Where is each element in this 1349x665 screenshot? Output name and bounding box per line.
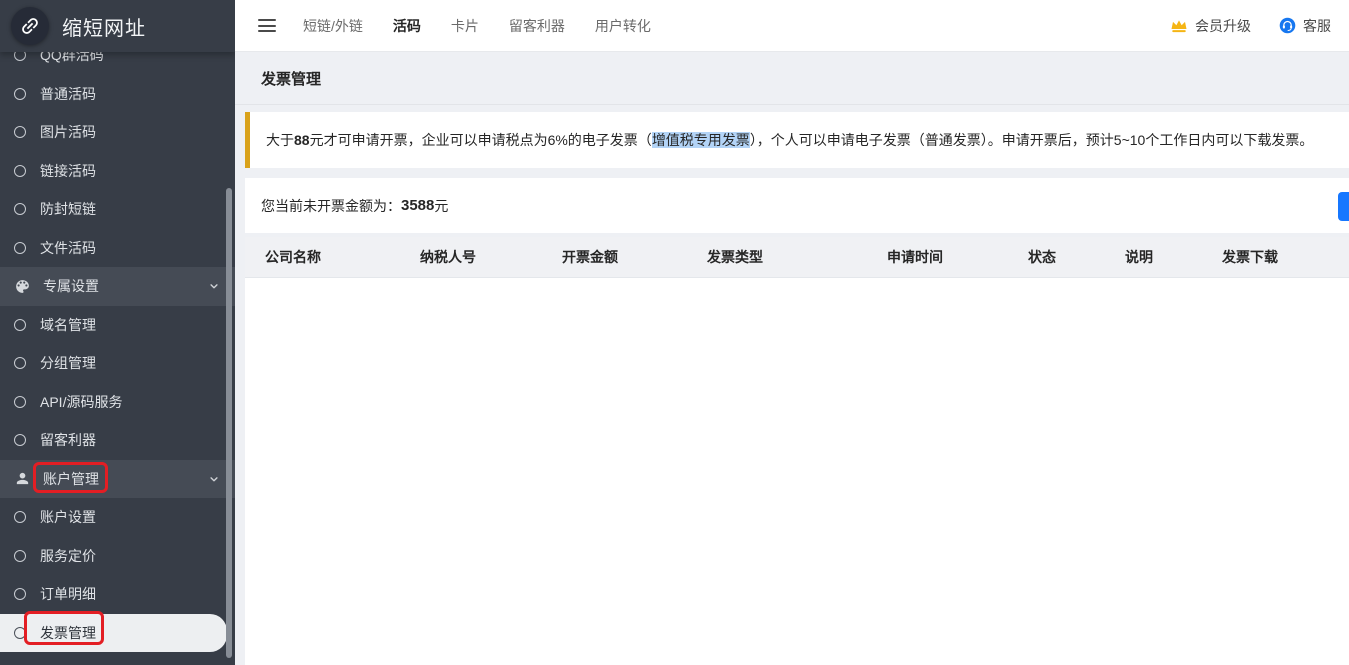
app-title: 缩短网址 xyxy=(62,17,146,40)
user-icon xyxy=(14,470,31,487)
sidebar-item-antiblock-shortlink[interactable]: 防封短链 xyxy=(0,190,235,229)
chevron-down-icon xyxy=(207,279,221,293)
column-header-invoice-download: 发票下载 xyxy=(1222,249,1278,265)
sidebar-item-link-code[interactable]: 链接活码 xyxy=(0,152,235,191)
sidebar-menu: QQ群活码 普通活码 图片活码 链接活码 防封短链 文件活码 专属设置 域名管理… xyxy=(0,36,235,652)
app-window: 缩短网址 QQ群活码 普通活码 图片活码 链接活码 防封短链 文件活码 专属设置… xyxy=(0,0,1349,665)
circle-icon xyxy=(14,626,26,639)
sidebar-group-account-management[interactable]: 账户管理 xyxy=(0,459,235,498)
sidebar-item-service-pricing[interactable]: 服务定价 xyxy=(0,537,235,576)
sidebar: 缩短网址 QQ群活码 普通活码 图片活码 链接活码 防封短链 文件活码 专属设置… xyxy=(0,0,235,665)
circle-icon xyxy=(14,357,26,370)
apply-invoice-button[interactable] xyxy=(1338,192,1349,221)
sidebar-scrollbar[interactable] xyxy=(226,188,232,658)
crown-icon xyxy=(1170,18,1188,34)
chevron-down-icon xyxy=(207,472,221,486)
sidebar-item-image-code[interactable]: 图片活码 xyxy=(0,113,235,152)
sidebar-item-invoice-management[interactable]: 发票管理 xyxy=(0,613,227,652)
tab-live-code[interactable]: 活码 xyxy=(393,12,421,40)
customer-service-button[interactable]: 客服 xyxy=(1279,16,1331,36)
unbilled-amount-label: 您当前未开票金额为： xyxy=(261,197,401,214)
circle-icon xyxy=(14,549,26,562)
sidebar-item-group-management[interactable]: 分组管理 xyxy=(0,344,235,383)
notice-text: 大于88元才可申请开票，企业可以申请税点为6%的电子发票（增值税专用发票），个人… xyxy=(266,132,1314,148)
sidebar-item-file-code[interactable]: 文件活码 xyxy=(0,229,235,268)
circle-icon xyxy=(14,87,26,100)
invoice-table-body-empty xyxy=(245,278,1349,665)
sidebar-group-exclusive-settings[interactable]: 专属设置 xyxy=(0,267,235,306)
circle-icon xyxy=(14,511,26,524)
column-header-status: 状态 xyxy=(1028,249,1056,265)
circle-icon xyxy=(14,164,26,177)
page-title-bar: 发票管理 xyxy=(235,52,1349,105)
circle-icon xyxy=(14,203,26,216)
column-header-taxpayer-id: 纳税人号 xyxy=(420,249,476,265)
circle-icon xyxy=(14,434,26,447)
circle-icon xyxy=(14,395,26,408)
sidebar-header: 缩短网址 xyxy=(0,0,235,52)
nav-tabs: 短链/外链 活码 卡片 留客利器 用户转化 xyxy=(303,12,651,40)
circle-icon xyxy=(14,318,26,331)
circle-icon xyxy=(14,588,26,601)
column-header-invoice-type: 发票类型 xyxy=(707,249,763,265)
sidebar-item-customer-retention[interactable]: 留客利器 xyxy=(0,421,235,460)
nav-actions: 会员升级 客服 xyxy=(1170,16,1331,36)
column-header-invoice-amount: 开票金额 xyxy=(562,249,618,265)
unbilled-amount-section: 您当前未开票金额为： 3588 元 xyxy=(245,178,1349,233)
sidebar-item-api-source-service[interactable]: API/源码服务 xyxy=(0,383,235,422)
tab-customer-retention[interactable]: 留客利器 xyxy=(509,12,565,40)
sidebar-item-order-details[interactable]: 订单明细 xyxy=(0,575,235,614)
sidebar-item-domain-management[interactable]: 域名管理 xyxy=(0,306,235,345)
invoice-notice-banner: 大于88元才可申请开票，企业可以申请税点为6%的电子发票（增值税专用发票），个人… xyxy=(245,112,1349,168)
column-header-description: 说明 xyxy=(1125,249,1153,265)
tab-user-conversion[interactable]: 用户转化 xyxy=(595,12,651,40)
highlighted-text: 增值税专用发票 xyxy=(651,132,750,148)
circle-icon xyxy=(14,241,26,254)
main-area: 短链/外链 活码 卡片 留客利器 用户转化 会员升级 客服 发票管理 大于88元… xyxy=(235,0,1349,665)
tab-shortlink-external[interactable]: 短链/外链 xyxy=(303,12,363,40)
column-header-apply-time: 申请时间 xyxy=(887,249,943,265)
circle-icon xyxy=(14,126,26,139)
link-icon xyxy=(19,15,41,37)
column-header-company-name: 公司名称 xyxy=(265,249,321,265)
hamburger-menu-icon[interactable] xyxy=(258,19,276,32)
page-title: 发票管理 xyxy=(261,70,322,88)
invoice-table-header: 公司名称 纳税人号 开票金额 发票类型 申请时间 状态 说明 发票下载 xyxy=(245,237,1349,278)
palette-icon xyxy=(14,278,31,295)
unbilled-amount-value: 3588 xyxy=(401,197,435,214)
app-logo[interactable] xyxy=(11,7,49,45)
sidebar-item-account-settings[interactable]: 账户设置 xyxy=(0,498,235,537)
unbilled-amount-unit: 元 xyxy=(434,197,449,214)
sidebar-item-normal-code[interactable]: 普通活码 xyxy=(0,75,235,114)
member-upgrade-button[interactable]: 会员升级 xyxy=(1170,16,1251,36)
top-navbar: 短链/外链 活码 卡片 留客利器 用户转化 会员升级 客服 xyxy=(235,0,1349,52)
tab-card[interactable]: 卡片 xyxy=(451,12,479,40)
headset-icon xyxy=(1279,17,1296,34)
